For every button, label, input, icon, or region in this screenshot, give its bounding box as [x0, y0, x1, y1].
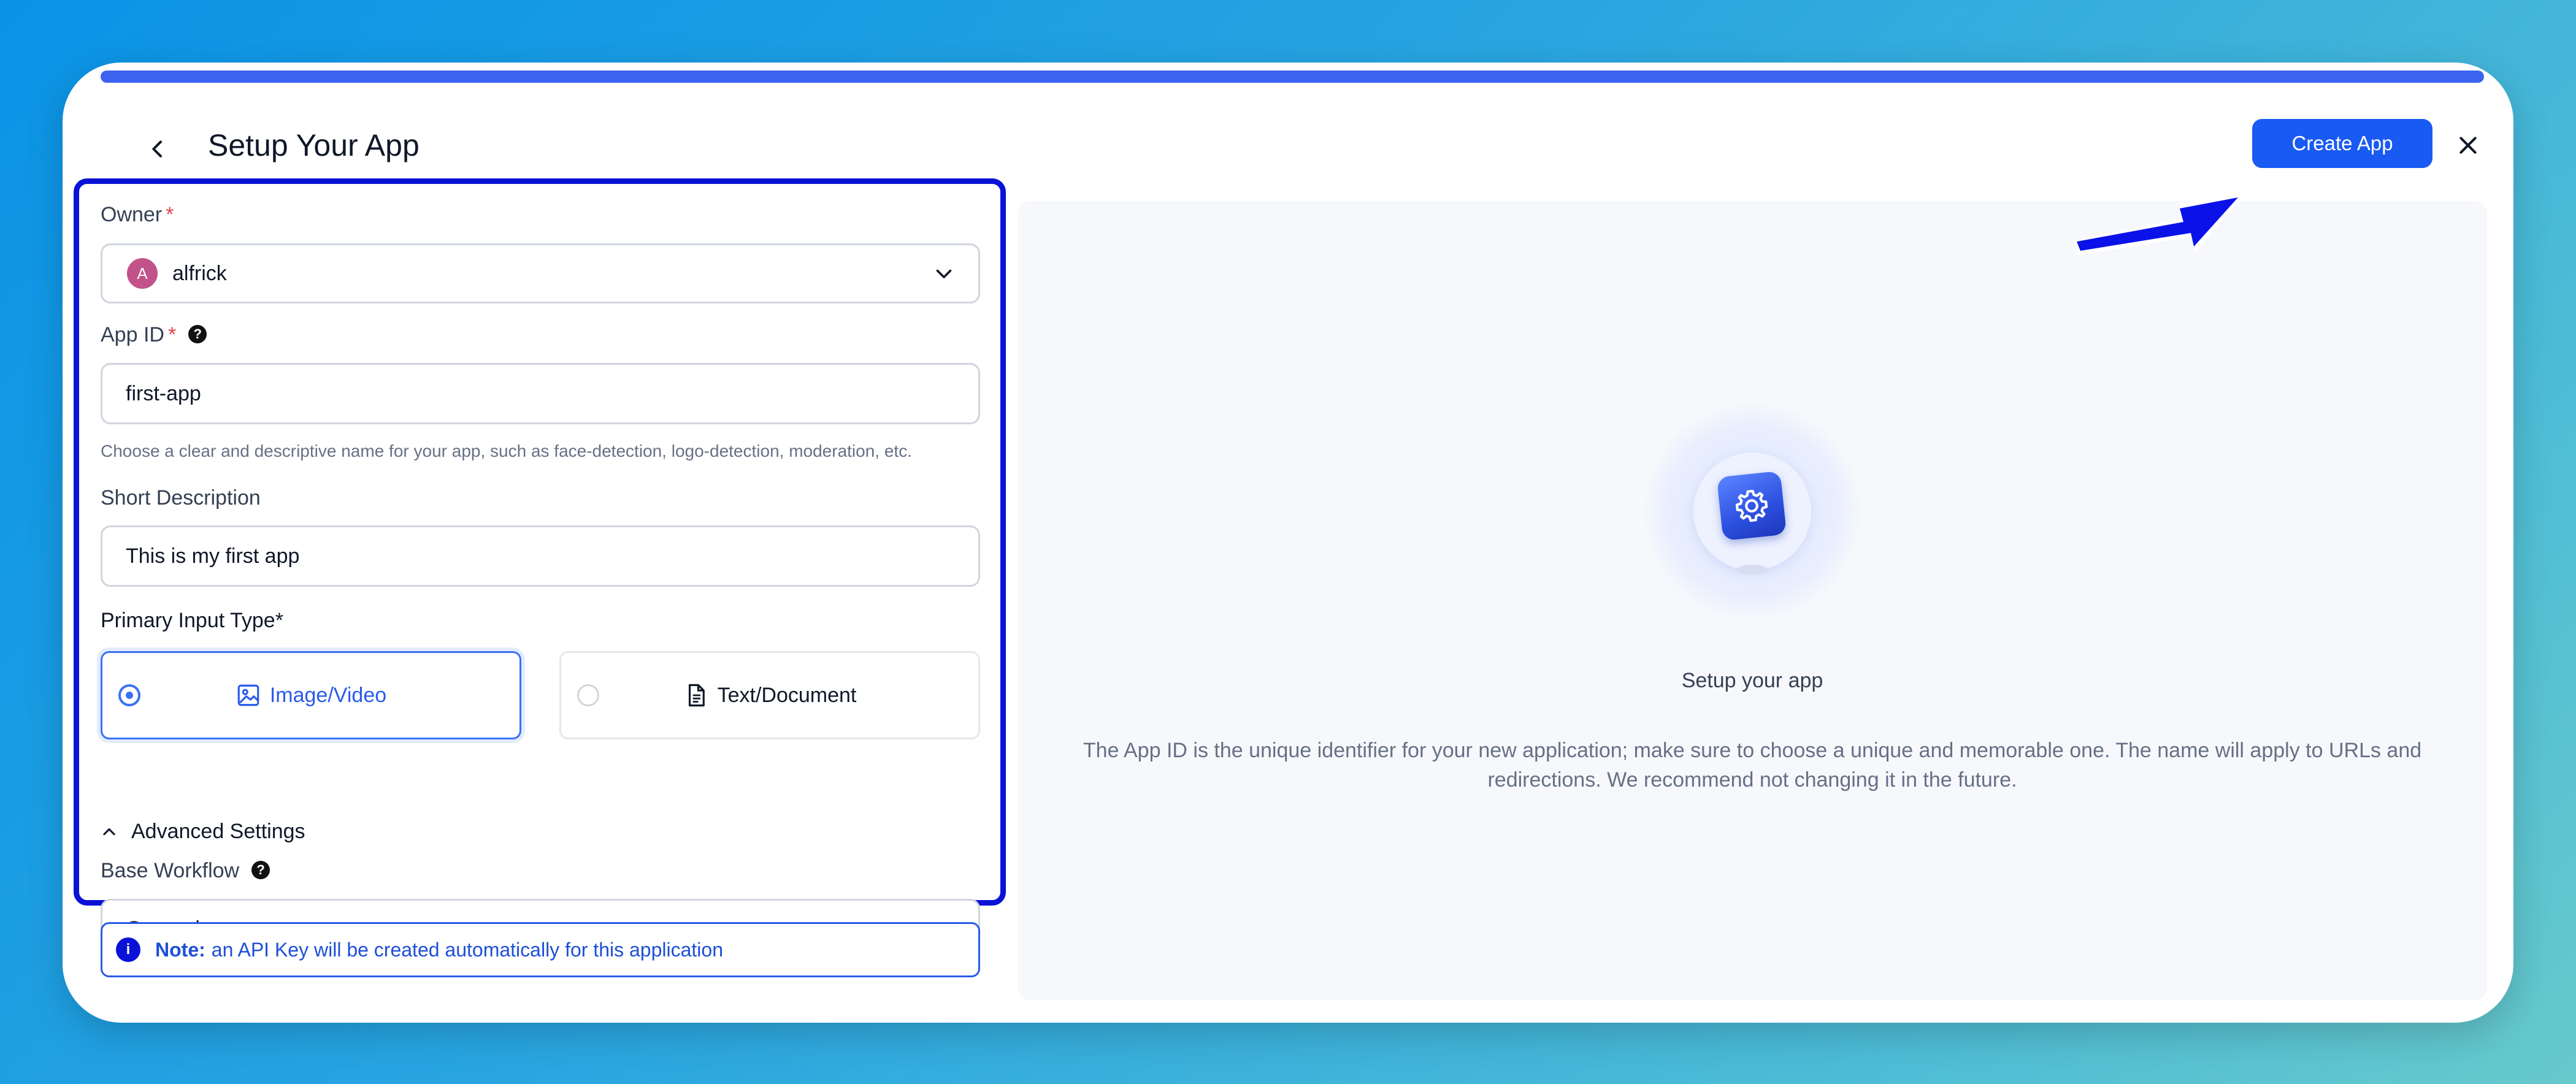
input-type-text-document[interactable]: Text/Document	[559, 651, 980, 739]
note-bold-label: Note:	[155, 938, 205, 961]
progress-bar	[101, 71, 2484, 83]
app-id-hint: Choose a clear and descriptive name for …	[101, 441, 912, 460]
close-button[interactable]	[2447, 124, 2490, 167]
panel-title: Setup your app	[1681, 669, 1823, 692]
create-app-button[interactable]: Create App	[2252, 119, 2432, 168]
gear-icon	[1716, 470, 1787, 541]
required-marker: *	[166, 203, 174, 226]
image-video-label: Image/Video	[269, 683, 387, 707]
close-icon	[2459, 137, 2477, 154]
document-icon	[688, 684, 705, 707]
app-id-label: App ID *?	[101, 321, 207, 348]
setup-info-panel: Setup your app The App ID is the unique …	[1018, 201, 2487, 1000]
advanced-settings-toggle[interactable]: Advanced Settings	[101, 818, 305, 845]
short-description-label: Short Description	[101, 486, 261, 510]
chevron-left-icon	[152, 140, 162, 158]
short-description-input[interactable]: This is my first app	[101, 525, 980, 587]
short-description-value: This is my first app	[126, 544, 300, 568]
progress-bar-fill	[101, 71, 2484, 83]
input-type-image-video[interactable]: Image/Video	[101, 651, 521, 739]
image-icon	[237, 684, 259, 706]
text-document-option: Text/Document	[683, 682, 857, 708]
help-icon[interactable]: ?	[251, 861, 270, 880]
radio-unselected[interactable]	[577, 684, 599, 706]
base-workflow-label-text: Base Workflow	[101, 859, 240, 882]
info-icon: i	[116, 937, 140, 962]
app-id-value: first-app	[126, 381, 201, 405]
owner-select[interactable]: A alfrick	[101, 243, 980, 303]
panel-description: The App ID is the unique identifier for …	[1083, 739, 2422, 792]
setup-app-dialog: Setup Your App Owner * A alfrick App ID *?…	[63, 63, 2513, 1023]
icon-shadow	[1736, 565, 1768, 574]
owner-label: Owner *	[101, 201, 174, 228]
primary-input-label: Primary Input Type*	[101, 609, 283, 632]
base-workflow-label: Base Workflow?	[101, 857, 270, 884]
back-button[interactable]	[130, 121, 185, 177]
page-title: Setup Your App	[208, 128, 420, 162]
image-video-option: Image/Video	[236, 682, 386, 708]
radio-selected[interactable]	[118, 684, 140, 706]
required-marker: *	[167, 323, 177, 346]
chevron-up-icon	[103, 828, 115, 836]
app-id-input[interactable]: first-app	[101, 363, 980, 424]
text-document-label: Text/Document	[717, 683, 857, 707]
avatar: A	[127, 258, 158, 289]
api-key-note: i Note: an API Key will be created autom…	[101, 922, 980, 977]
owner-value: alfrick	[172, 261, 227, 285]
note-text: an API Key will be created automatically…	[211, 938, 723, 961]
advanced-settings-label: Advanced Settings	[131, 820, 305, 843]
owner-label-text: Owner	[101, 203, 163, 226]
app-id-label-text: App ID	[101, 323, 164, 346]
help-icon[interactable]: ?	[188, 325, 207, 344]
chevron-down-icon	[936, 269, 952, 278]
